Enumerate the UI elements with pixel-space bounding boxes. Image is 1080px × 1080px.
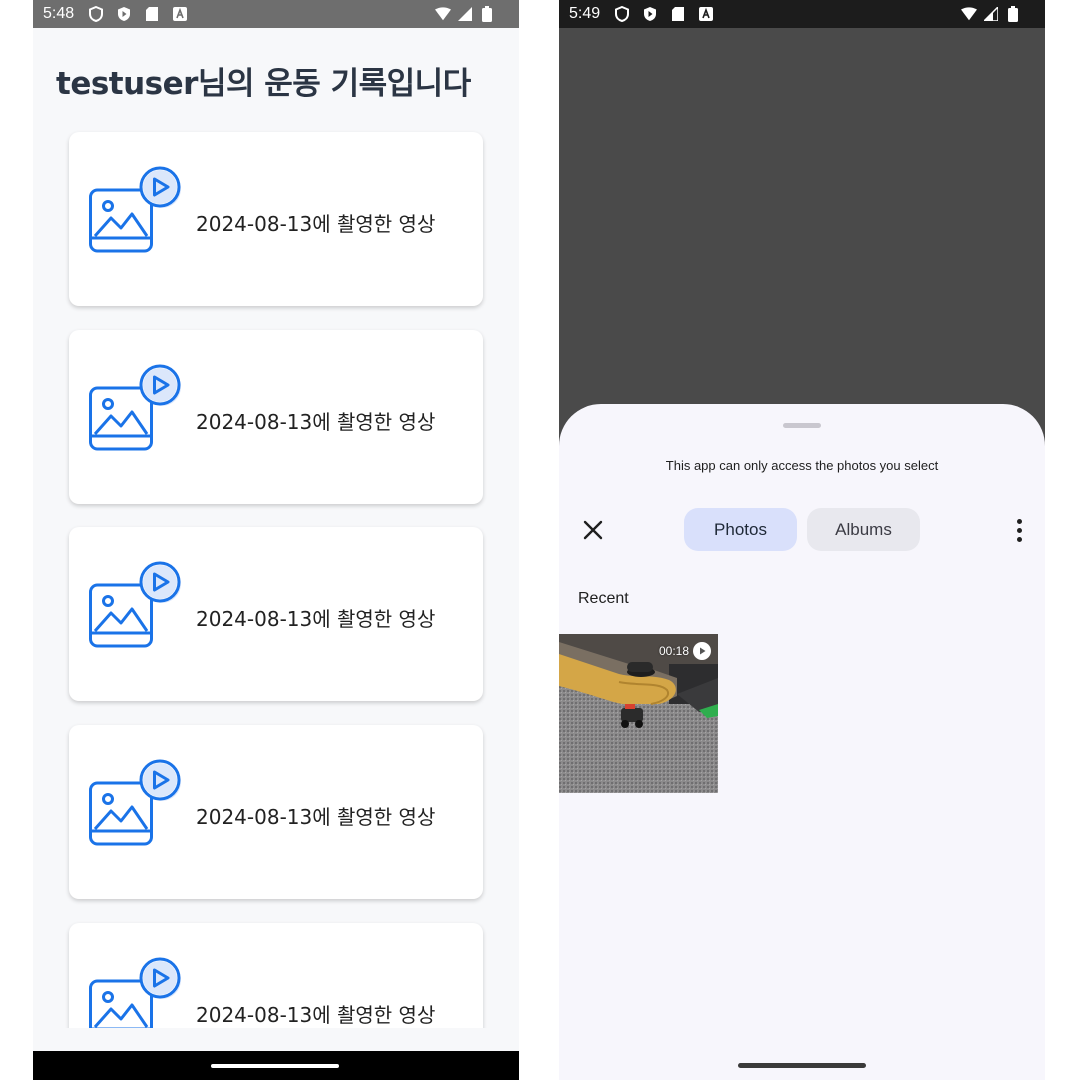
status-time: 5:48 [43,5,75,22]
left-phone-screen: 5:48 testuser님의 운동 기록입니다 2024-08-13에 촬영한… [33,0,519,1080]
sd-card-icon [144,6,160,22]
record-label: 2024-08-13에 촬영한 영상 [196,1003,436,1027]
record-card[interactable]: 2024-08-13에 촬영한 영상 [69,527,483,701]
battery-icon [1005,6,1021,22]
record-label: 2024-08-13에 촬영한 영상 [196,212,436,236]
video-thumbnail[interactable]: 00:18 [559,634,718,793]
more-vert-icon-dot [1016,536,1022,542]
page-title: testuser님의 운동 기록입니다 [56,66,471,102]
home-gesture-handle[interactable] [738,1063,866,1068]
recent-section-heading: Recent [578,590,629,607]
tab-photos[interactable]: Photos [684,508,797,551]
record-label: 2024-08-13에 촬영한 영상 [196,607,436,631]
record-list[interactable]: 2024-08-13에 촬영한 영상 2024-08-13에 촬영한 영상 20… [33,110,519,1028]
video-file-icon [89,757,181,849]
tab-albums[interactable]: Albums [807,508,920,551]
video-file-icon [89,362,181,454]
status-time: 5:49 [569,5,601,22]
cell-signal-icon [983,6,999,22]
screenshot-canvas: 5:48 testuser님의 운동 기록입니다 2024-08-13에 촬영한… [0,0,1080,1080]
sheet-drag-handle[interactable] [783,423,821,428]
navigation-bar [33,1051,519,1080]
more-vert-icon-dot [1016,527,1022,533]
video-file-icon [89,164,181,256]
access-notice: This app can only access the photos you … [665,458,939,473]
record-label: 2024-08-13에 촬영한 영상 [196,805,436,829]
play-protect-icon [642,6,658,22]
wifi-icon [435,6,451,22]
more-options-button[interactable] [1009,516,1029,544]
right-phone-screen: 5:49 This app can only access the photos… [559,0,1045,1080]
cell-signal-icon [457,6,473,22]
shield-icon [88,6,104,22]
battery-icon [479,6,495,22]
record-card[interactable]: 2024-08-13에 촬영한 영상 [69,330,483,504]
video-file-icon [89,955,181,1028]
more-vert-icon [1016,518,1022,524]
close-icon [583,520,603,540]
sd-card-icon [670,6,686,22]
close-button[interactable] [579,516,607,544]
keyboard-a-icon [172,6,188,22]
status-bar: 5:49 [559,0,1045,28]
play-protect-icon [116,6,132,22]
status-bar: 5:48 [33,0,519,28]
record-label: 2024-08-13에 촬영한 영상 [196,410,436,434]
home-gesture-handle[interactable] [211,1064,339,1068]
video-duration: 00:18 [659,644,690,658]
record-card[interactable]: 2024-08-13에 촬영한 영상 [69,132,483,306]
photo-picker-sheet: This app can only access the photos you … [559,404,1045,1080]
video-file-icon [89,559,181,651]
duration-badge: 00:18 [659,642,712,660]
shield-icon [614,6,630,22]
record-card[interactable]: 2024-08-13에 촬영한 영상 [69,923,483,1028]
wifi-icon [961,6,977,22]
record-card[interactable]: 2024-08-13에 촬영한 영상 [69,725,483,899]
play-icon [693,642,712,660]
keyboard-a-icon [698,6,714,22]
